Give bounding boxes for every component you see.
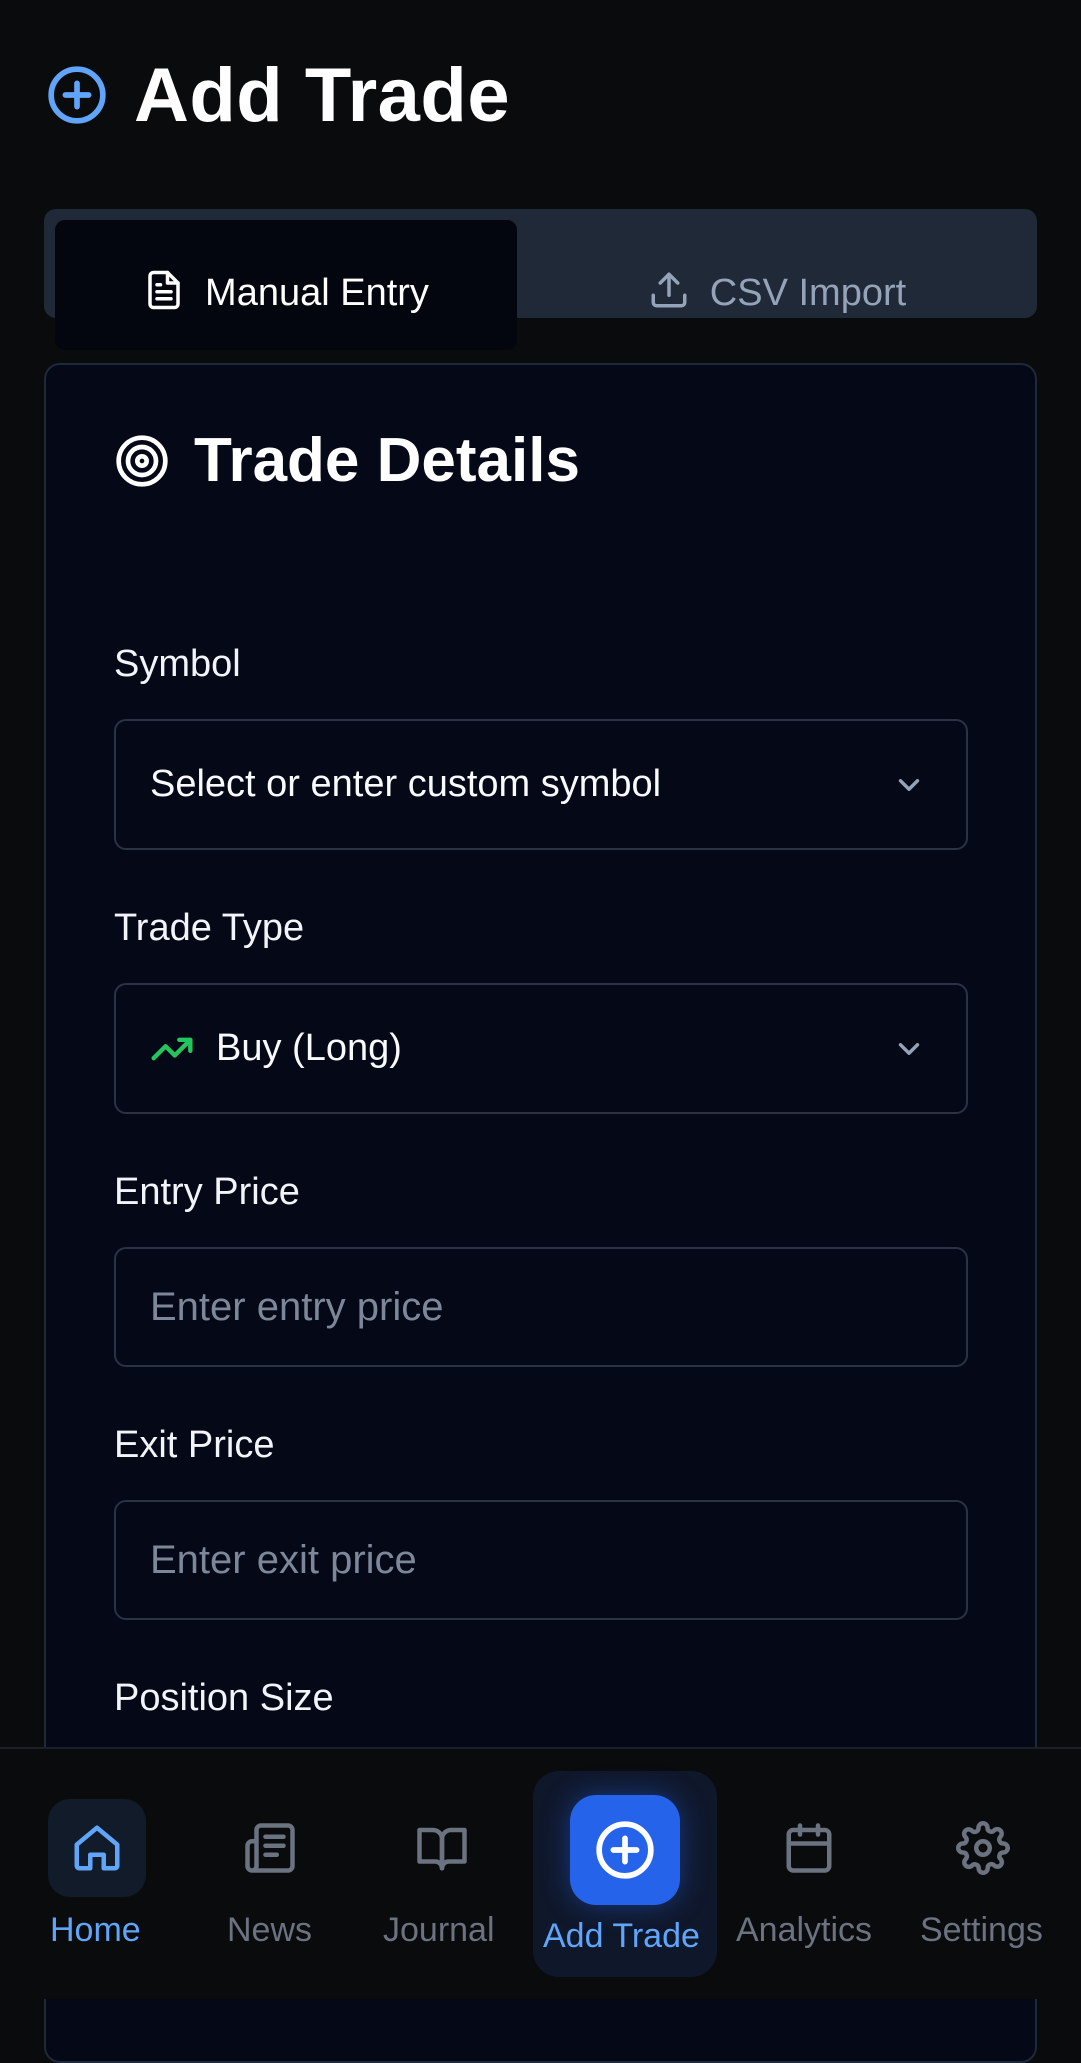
tab-csv-import[interactable]: CSV Import <box>517 220 1037 318</box>
plus-circle-icon <box>570 1795 680 1905</box>
bottom-nav: Home News Journal Add Trade Analytics Se… <box>0 1747 1081 1999</box>
trade-type-label: Trade Type <box>114 907 305 949</box>
card-title: Trade Details <box>194 426 580 495</box>
exit-price-field[interactable] <box>114 1500 968 1620</box>
document-icon <box>143 269 185 311</box>
nav-item-analytics[interactable]: Analytics <box>736 1749 882 2001</box>
exit-price-label: Exit Price <box>114 1424 275 1466</box>
nav-label-news: News <box>227 1911 313 1949</box>
symbol-label: Symbol <box>114 643 241 685</box>
entry-mode-tabs: Manual Entry CSV Import <box>44 209 1037 350</box>
gear-icon <box>934 1799 1032 1897</box>
book-open-icon <box>393 1799 491 1897</box>
nav-item-news[interactable]: News <box>220 1749 320 2001</box>
entry-price-input[interactable] <box>150 1284 932 1330</box>
calendar-icon <box>760 1799 858 1897</box>
chevron-down-icon <box>892 1032 926 1066</box>
nav-item-settings[interactable]: Settings <box>918 1749 1048 2001</box>
entry-price-label: Entry Price <box>114 1171 300 1213</box>
tab-csv-import-label: CSV Import <box>709 272 907 314</box>
entry-price-field[interactable] <box>114 1247 968 1367</box>
tab-manual-entry-label: Manual Entry <box>205 272 429 314</box>
nav-item-home[interactable]: Home <box>47 1749 147 2001</box>
position-size-label: Position Size <box>114 1677 334 1719</box>
newspaper-icon <box>221 1799 319 1897</box>
tab-manual-entry[interactable]: Manual Entry <box>55 220 517 350</box>
chevron-down-icon <box>892 768 926 802</box>
trade-type-select-value: Buy (Long) <box>216 1027 402 1069</box>
trade-type-select[interactable]: Buy (Long) <box>114 983 968 1114</box>
symbol-select[interactable]: Select or enter custom symbol <box>114 719 968 850</box>
nav-label-analytics: Analytics <box>736 1911 873 1949</box>
symbol-select-value: Select or enter custom symbol <box>150 763 662 805</box>
nav-label-home: Home <box>50 1911 141 1949</box>
target-icon <box>114 433 170 489</box>
nav-item-add-trade[interactable]: Add Trade <box>543 1749 707 2001</box>
card-header: Trade Details <box>114 425 580 496</box>
page-title: Add Trade <box>134 52 511 138</box>
plus-circle-icon <box>46 64 108 126</box>
page-header: Add Trade <box>46 52 510 138</box>
upload-icon <box>648 269 690 311</box>
nav-label-add-trade: Add Trade <box>543 1917 700 1955</box>
nav-label-settings: Settings <box>920 1911 1043 1949</box>
nav-item-journal[interactable]: Journal <box>382 1749 502 2001</box>
trending-up-icon <box>150 1027 194 1071</box>
home-icon <box>48 1799 146 1897</box>
exit-price-input[interactable] <box>150 1537 932 1583</box>
nav-label-journal: Journal <box>383 1911 495 1949</box>
